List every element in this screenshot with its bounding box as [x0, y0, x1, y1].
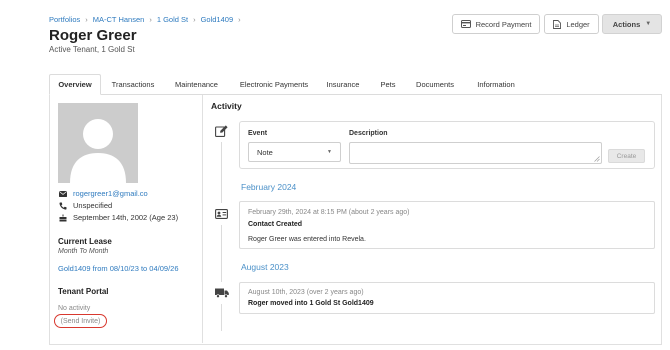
activity-card-move-in: August 10th, 2023 (over 2 years ago) Rog… [239, 282, 655, 314]
phone-row: Unspecified [58, 201, 112, 210]
activity-timestamp: August 10th, 2023 (over 2 years ago) [248, 289, 364, 296]
event-select-value: Note [257, 147, 273, 157]
avatar [58, 103, 138, 183]
payment-card-icon [460, 20, 471, 28]
tab-pets[interactable]: Pets [376, 74, 400, 95]
breadcrumb-separator: › [149, 15, 152, 24]
avatar-placeholder-icon [70, 119, 126, 183]
lease-link[interactable]: Gold1409 from 08/10/23 to 04/09/26 [58, 264, 179, 273]
lease-type: Month To Month [58, 248, 109, 255]
birthday-cake-icon [58, 213, 67, 222]
birthday-row: September 14th, 2002 (Age 23) [58, 213, 178, 222]
tenant-sidebar: rogergreer1@gmail.co Unspecified Septemb… [50, 95, 203, 343]
truck-icon [210, 282, 233, 304]
tab-maintenance[interactable]: Maintenance [169, 74, 224, 95]
description-textarea[interactable] [349, 142, 602, 164]
activity-heading: Activity [211, 101, 242, 111]
tab-bar: Overview Transactions Maintenance Electr… [49, 74, 662, 95]
breadcrumb-property[interactable]: 1 Gold St [157, 15, 188, 24]
tab-overview[interactable]: Overview [49, 74, 101, 95]
email-row: rogergreer1@gmail.co [58, 189, 148, 198]
resize-handle-icon[interactable] [594, 156, 600, 162]
page-subtitle: Active Tenant, 1 Gold St [49, 45, 135, 54]
activity-text: Roger Greer was entered into Revela. [248, 236, 366, 243]
breadcrumb-portfolio[interactable]: MA-CT Hansen [93, 15, 145, 24]
ledger-label: Ledger [566, 19, 590, 29]
breadcrumb-portfolios[interactable]: Portfolios [49, 15, 80, 24]
event-select[interactable]: Note ▼ [248, 142, 341, 162]
breadcrumb-separator: › [238, 15, 241, 24]
activity-title: Contact Created [248, 221, 303, 228]
edit-icon [210, 120, 233, 142]
breadcrumb-separator: › [193, 15, 196, 24]
current-lease-heading: Current Lease [58, 237, 112, 246]
portal-status: No activity [58, 305, 91, 312]
breadcrumb: Portfolios › MA-CT Hansen › 1 Gold St › Gold14… [49, 15, 246, 24]
record-payment-label: Record Payment [475, 19, 532, 29]
activity-timestamp: February 29th, 2024 at 8:15 PM (about 2 … [248, 209, 410, 216]
month-heading: February 2024 [241, 182, 297, 192]
breadcrumb-unit[interactable]: Gold1409 [201, 15, 234, 24]
ledger-button[interactable]: Ledger [544, 14, 599, 34]
page-title: Roger Greer [49, 27, 137, 44]
tab-insurance[interactable]: Insurance [323, 74, 363, 95]
new-activity-form: Event Note ▼ Description Create [239, 121, 655, 169]
create-button[interactable]: Create [608, 149, 645, 163]
tab-transactions[interactable]: Transactions [105, 74, 161, 95]
record-payment-button[interactable]: Record Payment [452, 14, 540, 34]
actions-label: Actions [612, 19, 641, 29]
caret-down-icon: ▼ [327, 149, 332, 155]
envelope-icon [58, 189, 67, 198]
phone-value: Unspecified [73, 201, 113, 210]
breadcrumb-separator: › [85, 15, 88, 24]
month-heading: August 2023 [241, 262, 289, 272]
activity-title: Roger moved into 1 Gold St Gold1409 [248, 300, 374, 307]
activity-card-contact-created: February 29th, 2024 at 8:15 PM (about 2 … [239, 201, 655, 249]
overview-panel: rogergreer1@gmail.co Unspecified Septemb… [49, 95, 662, 345]
send-invite-link[interactable]: (Send Invite) [54, 314, 107, 328]
phone-icon [58, 201, 67, 210]
description-label: Description [349, 130, 388, 137]
tab-information[interactable]: Information [471, 74, 521, 95]
tab-electronic-payments[interactable]: Electronic Payments [234, 74, 314, 95]
tab-documents[interactable]: Documents [411, 74, 459, 95]
event-label: Event [248, 130, 268, 137]
birthday-value: September 14th, 2002 (Age 23) [73, 213, 179, 222]
actions-dropdown-button[interactable]: Actions ▼ [602, 14, 662, 34]
email-link[interactable]: rogergreer1@gmail.co [73, 189, 148, 198]
id-card-icon [210, 203, 233, 225]
caret-down-icon: ▼ [645, 21, 652, 27]
tenant-portal-heading: Tenant Portal [58, 287, 109, 296]
document-icon [553, 19, 562, 29]
